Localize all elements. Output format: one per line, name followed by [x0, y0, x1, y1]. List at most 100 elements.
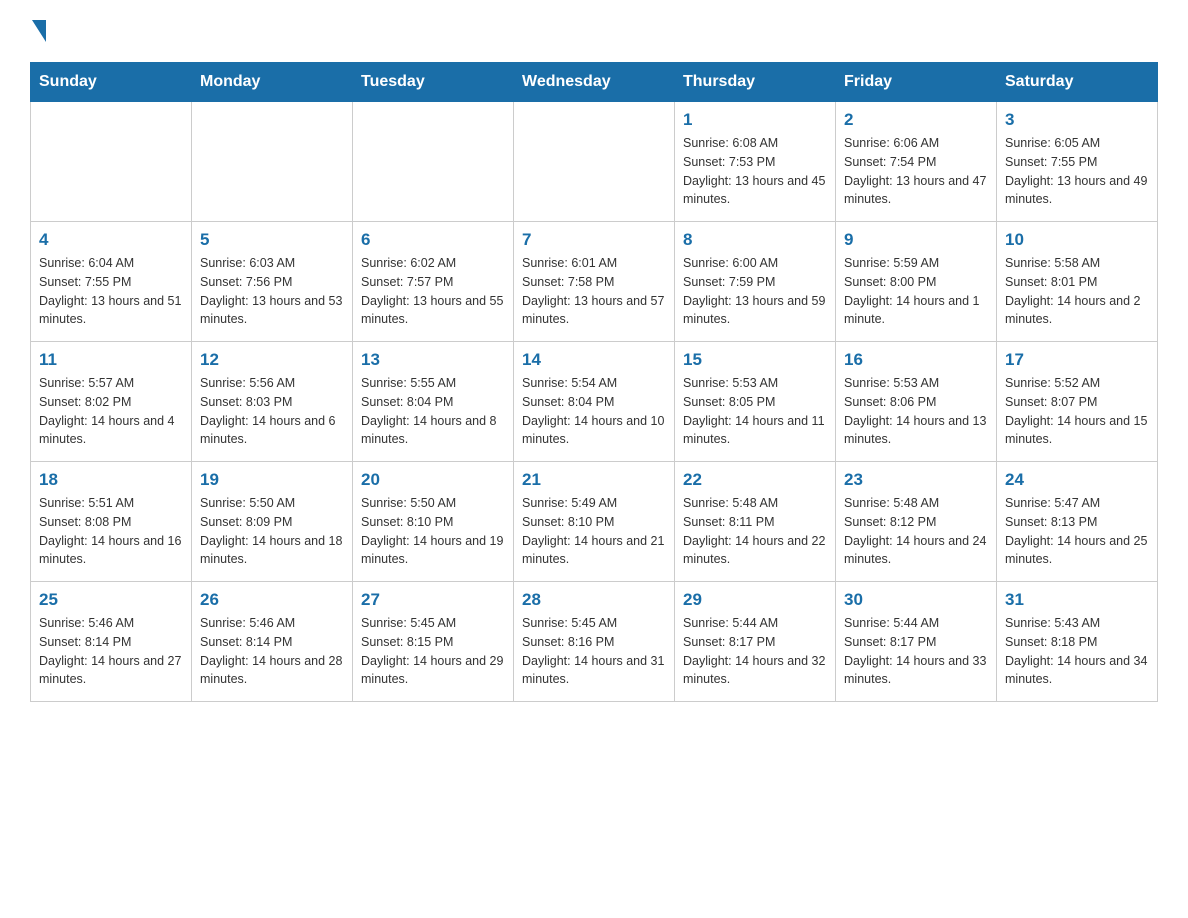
calendar-cell	[31, 102, 192, 222]
day-number: 18	[39, 470, 183, 490]
calendar-cell: 28 Sunrise: 5:45 AMSunset: 8:16 PMDayligh…	[514, 582, 675, 702]
calendar-cell: 29Sunrise: 5:44 AMSunset: 8:17 PMDayligh…	[675, 582, 836, 702]
weekday-header-saturday: Saturday	[997, 63, 1158, 102]
calendar-cell: 16 Sunrise: 5:53 AMSunset: 8:06 PMDayligh…	[836, 342, 997, 462]
calendar-cell: 20Sunrise: 5:50 AMSunset: 8:10 PMDayligh…	[353, 462, 514, 582]
day-info: Sunrise: 5:51 AMSunset: 8:08 PMDaylight:…	[39, 494, 183, 569]
calendar-cell: 14 Sunrise: 5:54 AMSunset: 8:04 PMDayligh…	[514, 342, 675, 462]
day-number: 10	[1005, 230, 1149, 250]
calendar-cell	[192, 102, 353, 222]
day-info: Sunrise: 5:54 AMSunset: 8:04 PMDaylight:…	[522, 374, 666, 449]
day-number: 28	[522, 590, 666, 610]
day-number: 25	[39, 590, 183, 610]
day-info: Sunrise: 6:08 AMSunset: 7:53 PMDaylight:…	[683, 134, 827, 209]
day-number: 31	[1005, 590, 1149, 610]
day-number: 17	[1005, 350, 1149, 370]
day-info: Sunrise: 6:01 AMSunset: 7:58 PMDaylight:…	[522, 254, 666, 329]
calendar-cell: 18 Sunrise: 5:51 AMSunset: 8:08 PMDayligh…	[31, 462, 192, 582]
day-info: Sunrise: 5:44 AMSunset: 8:17 PMDaylight:…	[844, 614, 988, 689]
day-number: 22	[683, 470, 827, 490]
day-number: 26	[200, 590, 344, 610]
day-info: Sunrise: 5:46 AMSunset: 8:14 PMDaylight:…	[200, 614, 344, 689]
day-number: 30	[844, 590, 988, 610]
day-info: Sunrise: 5:48 AMSunset: 8:12 PMDaylight:…	[844, 494, 988, 569]
calendar-cell: 24 Sunrise: 5:47 AMSunset: 8:13 PMDayligh…	[997, 462, 1158, 582]
calendar-cell	[353, 102, 514, 222]
day-number: 8	[683, 230, 827, 250]
week-row-5: 25 Sunrise: 5:46 AMSunset: 8:14 PMDayligh…	[31, 582, 1158, 702]
day-number: 14	[522, 350, 666, 370]
day-number: 5	[200, 230, 344, 250]
day-number: 11	[39, 350, 183, 370]
day-info: Sunrise: 6:04 AMSunset: 7:55 PMDaylight:…	[39, 254, 183, 329]
calendar-cell: 23 Sunrise: 5:48 AMSunset: 8:12 PMDayligh…	[836, 462, 997, 582]
day-info: Sunrise: 5:57 AMSunset: 8:02 PMDaylight:…	[39, 374, 183, 449]
weekday-header-friday: Friday	[836, 63, 997, 102]
weekday-header-tuesday: Tuesday	[353, 63, 514, 102]
calendar-cell: 1Sunrise: 6:08 AMSunset: 7:53 PMDaylight…	[675, 102, 836, 222]
weekday-header-monday: Monday	[192, 63, 353, 102]
day-number: 9	[844, 230, 988, 250]
day-info: Sunrise: 6:02 AMSunset: 7:57 PMDaylight:…	[361, 254, 505, 329]
day-number: 12	[200, 350, 344, 370]
calendar-table: SundayMondayTuesdayWednesdayThursdayFrid…	[30, 62, 1158, 702]
week-row-4: 18 Sunrise: 5:51 AMSunset: 8:08 PMDayligh…	[31, 462, 1158, 582]
day-info: Sunrise: 5:45 AMSunset: 8:15 PMDaylight:…	[361, 614, 505, 689]
day-number: 2	[844, 110, 988, 130]
calendar-cell: 7 Sunrise: 6:01 AMSunset: 7:58 PMDaylight…	[514, 222, 675, 342]
day-info: Sunrise: 6:00 AMSunset: 7:59 PMDaylight:…	[683, 254, 827, 329]
day-info: Sunrise: 5:56 AMSunset: 8:03 PMDaylight:…	[200, 374, 344, 449]
day-info: Sunrise: 5:53 AMSunset: 8:05 PMDaylight:…	[683, 374, 827, 449]
day-info: Sunrise: 5:50 AMSunset: 8:09 PMDaylight:…	[200, 494, 344, 569]
calendar-cell: 22Sunrise: 5:48 AMSunset: 8:11 PMDayligh…	[675, 462, 836, 582]
calendar-cell	[514, 102, 675, 222]
day-info: Sunrise: 5:50 AMSunset: 8:10 PMDaylight:…	[361, 494, 505, 569]
calendar-cell: 21Sunrise: 5:49 AMSunset: 8:10 PMDayligh…	[514, 462, 675, 582]
day-info: Sunrise: 6:05 AMSunset: 7:55 PMDaylight:…	[1005, 134, 1149, 209]
day-number: 4	[39, 230, 183, 250]
calendar-cell: 4 Sunrise: 6:04 AMSunset: 7:55 PMDaylight…	[31, 222, 192, 342]
calendar-cell: 12 Sunrise: 5:56 AMSunset: 8:03 PMDayligh…	[192, 342, 353, 462]
calendar-cell: 25 Sunrise: 5:46 AMSunset: 8:14 PMDayligh…	[31, 582, 192, 702]
day-number: 15	[683, 350, 827, 370]
day-info: Sunrise: 5:53 AMSunset: 8:06 PMDaylight:…	[844, 374, 988, 449]
day-info: Sunrise: 6:06 AMSunset: 7:54 PMDaylight:…	[844, 134, 988, 209]
day-number: 24	[1005, 470, 1149, 490]
day-info: Sunrise: 5:49 AMSunset: 8:10 PMDaylight:…	[522, 494, 666, 569]
week-row-2: 4 Sunrise: 6:04 AMSunset: 7:55 PMDaylight…	[31, 222, 1158, 342]
calendar-cell: 26 Sunrise: 5:46 AMSunset: 8:14 PMDayligh…	[192, 582, 353, 702]
weekday-header-row: SundayMondayTuesdayWednesdayThursdayFrid…	[31, 63, 1158, 102]
logo-arrow-icon	[32, 20, 46, 42]
day-number: 6	[361, 230, 505, 250]
logo	[30, 20, 46, 42]
calendar-cell: 11 Sunrise: 5:57 AMSunset: 8:02 PMDayligh…	[31, 342, 192, 462]
calendar-cell: 6 Sunrise: 6:02 AMSunset: 7:57 PMDaylight…	[353, 222, 514, 342]
calendar-cell: 2 Sunrise: 6:06 AMSunset: 7:54 PMDaylight…	[836, 102, 997, 222]
day-info: Sunrise: 5:47 AMSunset: 8:13 PMDaylight:…	[1005, 494, 1149, 569]
calendar-cell: 17Sunrise: 5:52 AMSunset: 8:07 PMDayligh…	[997, 342, 1158, 462]
calendar-cell: 10Sunrise: 5:58 AMSunset: 8:01 PMDayligh…	[997, 222, 1158, 342]
day-number: 3	[1005, 110, 1149, 130]
calendar-cell: 8 Sunrise: 6:00 AMSunset: 7:59 PMDaylight…	[675, 222, 836, 342]
calendar-cell: 27 Sunrise: 5:45 AMSunset: 8:15 PMDayligh…	[353, 582, 514, 702]
day-number: 13	[361, 350, 505, 370]
calendar-cell: 15 Sunrise: 5:53 AMSunset: 8:05 PMDayligh…	[675, 342, 836, 462]
calendar-cell: 3 Sunrise: 6:05 AMSunset: 7:55 PMDaylight…	[997, 102, 1158, 222]
day-info: Sunrise: 5:59 AMSunset: 8:00 PMDaylight:…	[844, 254, 988, 329]
week-row-1: 1Sunrise: 6:08 AMSunset: 7:53 PMDaylight…	[31, 102, 1158, 222]
day-number: 7	[522, 230, 666, 250]
weekday-header-wednesday: Wednesday	[514, 63, 675, 102]
day-number: 16	[844, 350, 988, 370]
calendar-cell: 9 Sunrise: 5:59 AMSunset: 8:00 PMDaylight…	[836, 222, 997, 342]
weekday-header-thursday: Thursday	[675, 63, 836, 102]
calendar-cell: 5Sunrise: 6:03 AMSunset: 7:56 PMDaylight…	[192, 222, 353, 342]
day-info: Sunrise: 5:55 AMSunset: 8:04 PMDaylight:…	[361, 374, 505, 449]
day-info: Sunrise: 5:45 AMSunset: 8:16 PMDaylight:…	[522, 614, 666, 689]
day-number: 29	[683, 590, 827, 610]
day-info: Sunrise: 5:46 AMSunset: 8:14 PMDaylight:…	[39, 614, 183, 689]
calendar-cell: 19Sunrise: 5:50 AMSunset: 8:09 PMDayligh…	[192, 462, 353, 582]
weekday-header-sunday: Sunday	[31, 63, 192, 102]
day-number: 23	[844, 470, 988, 490]
day-number: 27	[361, 590, 505, 610]
calendar-cell: 30 Sunrise: 5:44 AMSunset: 8:17 PMDayligh…	[836, 582, 997, 702]
